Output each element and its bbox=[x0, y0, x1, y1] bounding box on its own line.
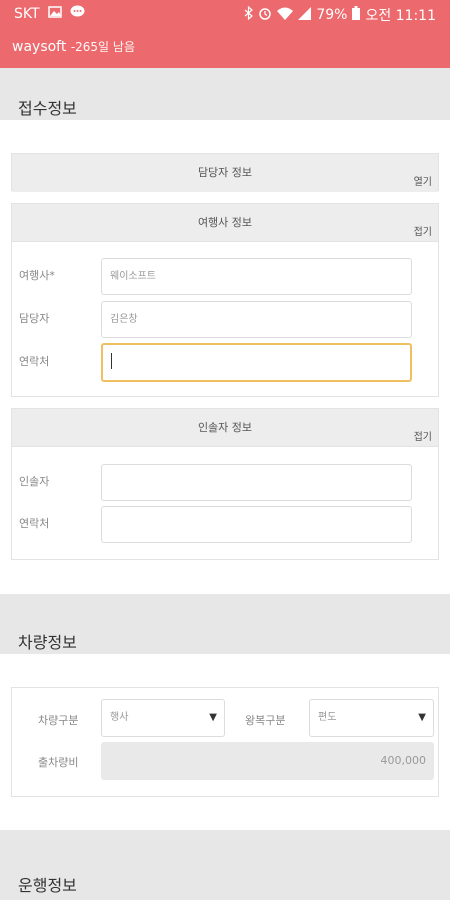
manager-card-title: 담당자 정보 bbox=[197, 166, 253, 179]
operation-section-header: 운행정보 bbox=[0, 830, 450, 900]
vehicle-type-label: 차량구분 bbox=[38, 714, 79, 727]
escort-input[interactable] bbox=[101, 464, 412, 501]
vehicle-type-select[interactable]: 행사 ▼ bbox=[101, 699, 225, 737]
contact-person-label: 담당자 bbox=[19, 312, 50, 325]
vehicle-type-value: 행사 bbox=[110, 712, 129, 723]
agency-card-toggle[interactable]: 접기 bbox=[414, 223, 432, 238]
agency-phone-input[interactable] bbox=[101, 343, 412, 382]
agency-phone-label: 연락처 bbox=[19, 355, 50, 368]
app-name: waysoft bbox=[12, 39, 67, 55]
agency-label: 여행사* bbox=[19, 269, 55, 282]
carrier-label: SKT bbox=[14, 5, 40, 22]
escort-card-toggle[interactable]: 접기 bbox=[414, 428, 432, 443]
escort-phone-input[interactable] bbox=[101, 506, 412, 543]
agency-card-header[interactable]: 여행사 정보 접기 bbox=[12, 204, 438, 242]
wifi-icon bbox=[277, 7, 294, 24]
escort-label: 인솔자 bbox=[19, 475, 50, 488]
escort-phone-label: 연락처 bbox=[19, 517, 50, 530]
dropdown-arrow-icon: ▼ bbox=[418, 712, 426, 723]
trip-type-label: 왕복구분 bbox=[245, 714, 286, 727]
alarm-icon bbox=[258, 6, 272, 24]
agency-card: 여행사 정보 접기 여행사* 웨이소프트 담당자 김은창 연락처 bbox=[11, 203, 439, 397]
text-cursor bbox=[111, 353, 112, 369]
status-bar: SKT 79% 오전 11:11 bbox=[14, 5, 436, 25]
escort-card: 인솔자 정보 접기 인솔자 연락처 bbox=[11, 408, 439, 560]
vehicle-card: 차량구분 행사 ▼ 왕복구분 편도 ▼ 출차량비 400,000 bbox=[11, 687, 439, 797]
bluetooth-icon bbox=[244, 5, 254, 24]
signal-icon bbox=[298, 6, 312, 24]
gallery-icon bbox=[47, 5, 62, 22]
operation-section-title: 운행정보 bbox=[18, 876, 77, 895]
contact-person-input[interactable]: 김은창 bbox=[101, 301, 412, 338]
trip-type-select[interactable]: 편도 ▼ bbox=[309, 699, 434, 737]
agency-input[interactable]: 웨이소프트 bbox=[101, 258, 412, 295]
clock: 오전 11:11 bbox=[365, 8, 436, 24]
manager-card[interactable]: 담당자 정보 열기 bbox=[11, 153, 439, 192]
escort-card-title: 인솔자 정보 bbox=[197, 421, 253, 434]
reception-section-title: 접수정보 bbox=[18, 99, 77, 118]
vehicle-section-header: 차량정보 bbox=[0, 594, 450, 654]
app-title: waysoft -265일 남음 bbox=[12, 38, 135, 55]
trip-type-value: 편도 bbox=[318, 712, 337, 723]
vehicle-section-title: 차량정보 bbox=[18, 633, 77, 652]
app-header: SKT 79% 오전 11:11 waysoft -265일 남음 bbox=[0, 0, 450, 68]
manager-card-toggle[interactable]: 열기 bbox=[414, 173, 432, 188]
reception-section-header: 접수정보 bbox=[0, 68, 450, 120]
remaining-days: -265일 남음 bbox=[70, 40, 135, 54]
message-icon bbox=[70, 5, 85, 22]
agency-card-title: 여행사 정보 bbox=[197, 216, 253, 229]
dispatch-fee-label: 출차량비 bbox=[38, 756, 79, 769]
escort-card-header[interactable]: 인솔자 정보 접기 bbox=[12, 409, 438, 447]
manager-card-header[interactable]: 담당자 정보 열기 bbox=[12, 154, 438, 192]
battery-percent: 79% bbox=[316, 7, 348, 23]
dispatch-fee-field: 400,000 bbox=[101, 742, 434, 780]
battery-icon bbox=[352, 6, 361, 24]
dropdown-arrow-icon: ▼ bbox=[209, 712, 217, 723]
